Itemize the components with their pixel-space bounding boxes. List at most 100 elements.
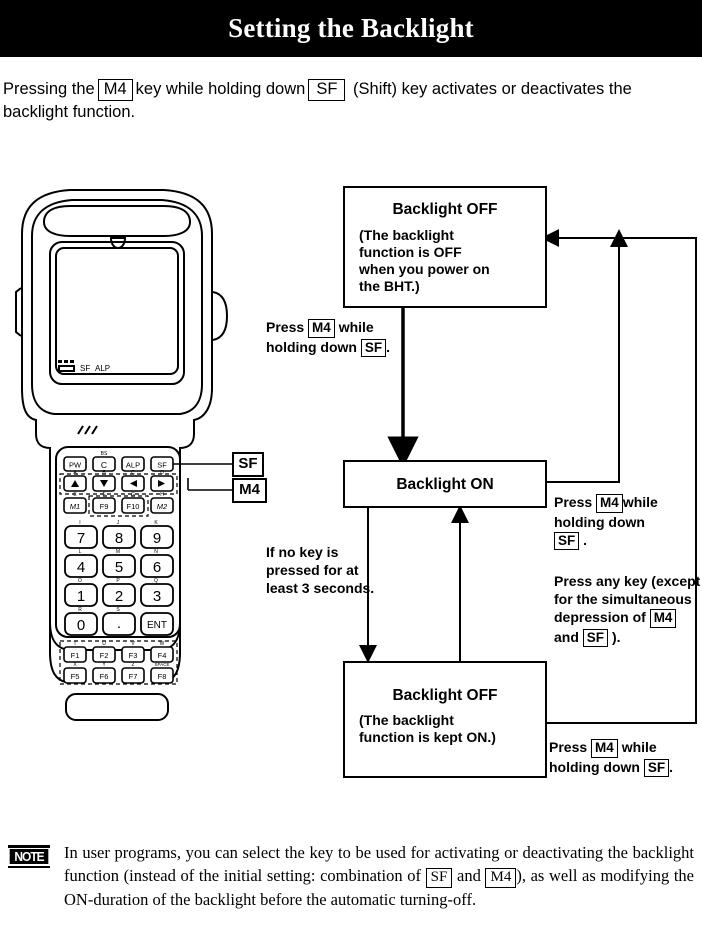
- note-keycap-sf: SF: [425, 868, 453, 889]
- key-4-shift-label: L: [79, 549, 82, 555]
- keypad-row-function: PW BS C ALP SF: [63, 451, 174, 472]
- label-timeout-line3: least 3 seconds.: [266, 580, 375, 596]
- note-text-2: and: [457, 866, 481, 885]
- bht-device-illustration: SF ALP PW BS C ALP SF A B C D E M1 F F9 …: [15, 189, 252, 721]
- page-title: Setting the Backlight: [228, 13, 474, 43]
- key-8-shift-label: J: [117, 520, 120, 526]
- label2-keycap-sf: SF: [554, 531, 580, 551]
- flowchart-label-offkept-to-off: Press M4 while holding down SF.: [549, 738, 702, 778]
- box1-subline-3: when you power on: [359, 261, 490, 277]
- key-f2-label: F2: [100, 651, 109, 660]
- key-f4-label: F4: [158, 651, 167, 660]
- key-f8-label: F8: [158, 672, 167, 681]
- flowchart-box-backlight-off-initial: Backlight OFF (The backlight function is…: [343, 186, 547, 308]
- key-right-shift-label: D: [160, 470, 164, 476]
- lcd-indicator-alp: ALP: [95, 364, 110, 373]
- label1-w4: .: [386, 338, 391, 355]
- key-5-label: 5: [115, 559, 123, 576]
- flowchart-label-any-key: Press any key (except for the simultaneo…: [554, 572, 702, 648]
- key-f5-label: F5: [71, 672, 80, 681]
- key-5-shift-label: M: [116, 549, 120, 555]
- label3-w2: for the simultaneous: [554, 591, 692, 607]
- label3-w4: and: [554, 628, 579, 645]
- key-9-shift-label: K: [154, 520, 158, 526]
- key-8-label: 8: [115, 530, 123, 547]
- key-f7-shift-label: Z: [131, 662, 134, 668]
- label4-w4: .: [669, 758, 674, 775]
- keycap-sf-intro: SF: [308, 79, 346, 101]
- key-7-label: 7: [77, 530, 85, 547]
- keypad-row-456: L 4 M 5 N 6: [64, 549, 174, 578]
- label3-w5: ).: [611, 628, 621, 645]
- key-m2-shift-label: H: [160, 492, 164, 498]
- label1-w2: while: [338, 319, 374, 335]
- key-alp-label: ALP: [126, 461, 140, 470]
- note-text: In user programs, you can select the key…: [64, 841, 694, 911]
- label4-w3: holding down: [549, 758, 640, 775]
- box1-subtext: (The backlight function is OFF when you …: [359, 227, 545, 295]
- box3-title: Backlight OFF: [392, 687, 498, 704]
- key-f1-label: F1: [71, 651, 80, 660]
- key-0-shift-label: R: [78, 607, 82, 613]
- key-f10-label: F10: [127, 502, 140, 511]
- lcd-indicator-sf: SF: [80, 364, 90, 373]
- key-4-label: 4: [77, 559, 85, 576]
- box3-subtext: (The backlight function is kept ON.): [359, 712, 545, 746]
- key-f4-shift-label: W: [160, 641, 165, 647]
- key-f6-label: F6: [100, 672, 109, 681]
- label2-keycap-m4: M4: [596, 494, 623, 513]
- key-f10-shift-label: G: [131, 492, 135, 498]
- battery-icon: [58, 360, 75, 372]
- key-m1-shift-label: E: [73, 492, 77, 498]
- device-left-edge: [15, 287, 22, 337]
- intro-text-2: key while holding down: [135, 80, 306, 98]
- key-sf-label: SF: [157, 461, 167, 470]
- key-6-label: 6: [153, 559, 161, 576]
- label2-w1: Press: [554, 494, 593, 510]
- key-dot-label: .: [117, 615, 121, 632]
- flowchart-label-timeout: If no key is pressed for at least 3 seco…: [266, 543, 406, 597]
- page-header-bar: Setting the Backlight: [0, 0, 702, 57]
- key-pw-label: PW: [69, 461, 82, 470]
- keypad-row-arrows: A B C D: [59, 470, 178, 495]
- key-3-shift-label: Q: [154, 578, 158, 584]
- keypad-row-m: E M1 F F9 G F10 H M2: [63, 492, 174, 517]
- box1-subline-4: the BHT.): [359, 278, 420, 294]
- note-keycap-m4: M4: [485, 868, 517, 889]
- key-9-label: 9: [153, 530, 161, 547]
- label4-w1: Press: [549, 739, 588, 755]
- lcd-screen: [55, 247, 179, 375]
- box3-subline-2: function is kept ON.): [359, 729, 496, 745]
- label1-w3: holding down: [266, 338, 357, 355]
- box1-subline-2: function is OFF: [359, 244, 462, 260]
- label1-keycap-sf: SF: [360, 338, 387, 358]
- key-f3-shift-label: V: [131, 641, 135, 647]
- lcd-status-row: SF ALP: [58, 360, 110, 373]
- keypad-row-0: R 0 S . ENT: [64, 607, 174, 636]
- key-2-label: 2: [115, 588, 123, 605]
- key-c-shift-label: BS: [101, 451, 108, 457]
- box1-subline-1: (The backlight: [359, 227, 454, 243]
- keycap-m4-intro: M4: [97, 79, 133, 101]
- keypad-row-123: O 1 P 2 Q 3: [64, 578, 174, 607]
- key-c-label: C: [101, 460, 107, 470]
- device-inner-bezel: [31, 199, 203, 415]
- flowchart-label-off-to-on: Press M4 while holding down SF.: [266, 318, 416, 358]
- label4-w2: while: [621, 739, 657, 755]
- label4-keycap-m4: M4: [591, 739, 618, 758]
- key-ent-label: ENT: [147, 620, 167, 631]
- key-f7-label: F7: [129, 672, 138, 681]
- label3-keycap-sf: SF: [582, 628, 609, 648]
- intro-paragraph: Pressing the M4 key while holding down SF (…: [3, 78, 699, 124]
- box3-subline-1: (The backlight: [359, 712, 454, 728]
- device-side-key: [212, 291, 229, 341]
- key-1-label: 1: [77, 588, 85, 605]
- label2-w2: while: [622, 494, 658, 510]
- note-icon: NOTE: [8, 845, 50, 868]
- key-6-shift-label: N: [154, 549, 158, 555]
- key-0-label: 0: [77, 617, 85, 634]
- label-timeout-line1: If no key is: [266, 544, 339, 560]
- label2-w3: holding down: [554, 513, 645, 530]
- device-bottom-plate: [65, 693, 169, 721]
- key-m1-label: M1: [70, 502, 80, 511]
